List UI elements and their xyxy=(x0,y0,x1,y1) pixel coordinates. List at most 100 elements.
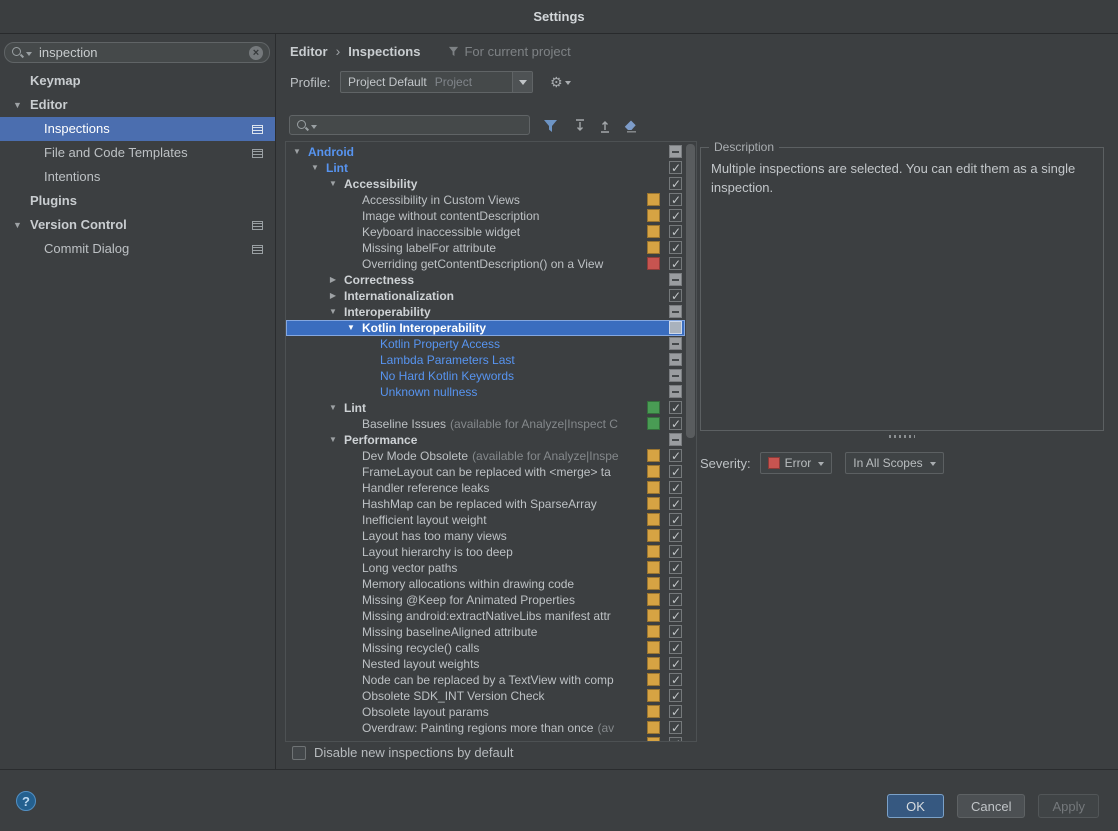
inspection-enabled-checkbox[interactable] xyxy=(669,496,682,512)
inspections-search-input[interactable] xyxy=(289,115,530,135)
sidebar-item-inspections[interactable]: Inspections xyxy=(0,117,275,141)
inspection-enabled-checkbox[interactable] xyxy=(669,624,682,640)
tree-row-missing-recycle-calls[interactable]: Missing recycle() calls xyxy=(286,640,685,656)
sidebar-item-file-and-code-templates[interactable]: File and Code Templates xyxy=(0,141,275,165)
tree-row-kotlin-interoperability[interactable]: ▼ Kotlin Interoperability xyxy=(286,320,685,336)
apply-button[interactable]: Apply xyxy=(1038,794,1099,818)
tree-row-obsolete-layout-params[interactable]: Obsolete layout params xyxy=(286,704,685,720)
sidebar-item-keymap[interactable]: Keymap xyxy=(0,69,275,93)
tree-row-baseline-issues[interactable]: Baseline Issues (available for Analyze|In… xyxy=(286,416,685,432)
inspection-enabled-checkbox[interactable] xyxy=(669,208,682,224)
scope-dropdown[interactable]: In All Scopes xyxy=(845,452,944,474)
tree-row-missing-labelfor-attribute[interactable]: Missing labelFor attribute xyxy=(286,240,685,256)
inspection-enabled-checkbox[interactable] xyxy=(669,273,682,286)
inspection-enabled-checkbox[interactable] xyxy=(669,704,682,720)
splitter-grip[interactable] xyxy=(700,435,1104,438)
tree-row-obsolete-sdk-int-version-check[interactable]: Obsolete SDK_INT Version Check xyxy=(286,688,685,704)
tree-row-item[interactable] xyxy=(286,736,685,741)
severity-dropdown[interactable]: Error xyxy=(759,452,833,474)
sidebar-item-commit-dialog[interactable]: Commit Dialog xyxy=(0,237,275,261)
chevron-down-icon[interactable]: ▼ xyxy=(309,160,321,176)
tree-row-inefficient-layout-weight[interactable]: Inefficient layout weight xyxy=(286,512,685,528)
sidebar-item-version-control[interactable]: ▼ Version Control xyxy=(0,213,275,237)
chevron-down-icon[interactable]: ▼ xyxy=(327,304,339,320)
search-options-caret-icon[interactable] xyxy=(311,124,317,132)
help-button[interactable]: ? xyxy=(16,791,36,811)
inspection-enabled-checkbox[interactable] xyxy=(669,560,682,576)
inspection-enabled-checkbox[interactable] xyxy=(669,608,682,624)
tree-row-nested-layout-weights[interactable]: Nested layout weights xyxy=(286,656,685,672)
tree-row-kotlin-property-access[interactable]: Kotlin Property Access xyxy=(286,336,685,352)
tree-row-handler-reference-leaks[interactable]: Handler reference leaks xyxy=(286,480,685,496)
tree-row-accessibility[interactable]: ▼ Accessibility xyxy=(286,176,685,192)
inspection-enabled-checkbox[interactable] xyxy=(669,288,682,304)
inspection-enabled-checkbox[interactable] xyxy=(669,640,682,656)
inspection-enabled-checkbox[interactable] xyxy=(669,192,682,208)
tree-row-lint[interactable]: ▼ Lint xyxy=(286,400,685,416)
inspection-enabled-checkbox[interactable] xyxy=(669,145,682,158)
chevron-down-icon[interactable]: ▼ xyxy=(327,176,339,192)
tree-row-long-vector-paths[interactable]: Long vector paths xyxy=(286,560,685,576)
cancel-button[interactable]: Cancel xyxy=(957,794,1026,818)
tree-row-missing-baselinealigned-attribute[interactable]: Missing baselineAligned attribute xyxy=(286,624,685,640)
chevron-right-icon[interactable]: ▶ xyxy=(327,288,339,304)
chevron-right-icon[interactable]: ▶ xyxy=(327,272,339,288)
inspection-enabled-checkbox[interactable] xyxy=(669,736,682,741)
inspection-enabled-checkbox[interactable] xyxy=(669,576,682,592)
tree-row-android[interactable]: ▼ Android xyxy=(286,144,685,160)
inspection-enabled-checkbox[interactable] xyxy=(669,240,682,256)
inspection-enabled-checkbox[interactable] xyxy=(669,224,682,240)
tree-row-memory-allocations-within-drawing-code[interactable]: Memory allocations within drawing code xyxy=(286,576,685,592)
profile-gear-button[interactable]: ⚙ xyxy=(550,74,571,91)
tree-row-keyboard-inaccessible-widget[interactable]: Keyboard inaccessible widget xyxy=(286,224,685,240)
inspection-enabled-checkbox[interactable] xyxy=(669,480,682,496)
inspection-enabled-checkbox[interactable] xyxy=(669,400,682,416)
expand-all-button[interactable] xyxy=(570,117,590,135)
tree-row-missing-keep-for-animated-properties[interactable]: Missing @Keep for Animated Properties xyxy=(286,592,685,608)
sidebar-search-value[interactable]: inspection xyxy=(39,45,249,60)
inspection-enabled-checkbox[interactable] xyxy=(669,688,682,704)
inspection-enabled-checkbox[interactable] xyxy=(669,512,682,528)
inspection-enabled-checkbox[interactable] xyxy=(669,672,682,688)
tree-row-no-hard-kotlin-keywords[interactable]: No Hard Kotlin Keywords xyxy=(286,368,685,384)
tree-row-lambda-parameters-last[interactable]: Lambda Parameters Last xyxy=(286,352,685,368)
tree-row-image-without-contentdescription[interactable]: Image without contentDescription xyxy=(286,208,685,224)
inspection-enabled-checkbox[interactable] xyxy=(669,256,682,272)
sidebar-item-editor[interactable]: ▼ Editor xyxy=(0,93,275,117)
breadcrumb-editor[interactable]: Editor xyxy=(290,44,328,59)
tree-row-layout-hierarchy-is-too-deep[interactable]: Layout hierarchy is too deep xyxy=(286,544,685,560)
search-options-caret-icon[interactable] xyxy=(26,52,32,59)
tree-row-interoperability[interactable]: ▼ Interoperability xyxy=(286,304,685,320)
sidebar-search-input[interactable]: inspection × xyxy=(4,42,270,63)
tree-row-dev-mode-obsolete[interactable]: Dev Mode Obsolete (available for Analyze|… xyxy=(286,448,685,464)
sidebar-item-intentions[interactable]: Intentions xyxy=(0,165,275,189)
reset-inspections-button[interactable] xyxy=(621,117,641,135)
tree-row-performance[interactable]: ▼ Performance xyxy=(286,432,685,448)
inspection-enabled-checkbox[interactable] xyxy=(669,464,682,480)
inspection-enabled-checkbox[interactable] xyxy=(669,416,682,432)
inspection-enabled-checkbox[interactable] xyxy=(669,176,682,192)
tree-row-internationalization[interactable]: ▶ Internationalization xyxy=(286,288,685,304)
sidebar-item-plugins[interactable]: Plugins xyxy=(0,189,275,213)
inspection-enabled-checkbox[interactable] xyxy=(669,448,682,464)
tree-row-lint[interactable]: ▼ Lint xyxy=(286,160,685,176)
inspection-enabled-checkbox[interactable] xyxy=(669,353,682,366)
inspection-enabled-checkbox[interactable] xyxy=(669,160,682,176)
chevron-down-icon[interactable]: ▼ xyxy=(327,432,339,448)
inspection-enabled-checkbox[interactable] xyxy=(669,720,682,736)
inspection-enabled-checkbox[interactable] xyxy=(669,321,682,334)
tree-row-unknown-nullness[interactable]: Unknown nullness xyxy=(286,384,685,400)
inspection-enabled-checkbox[interactable] xyxy=(669,656,682,672)
tree-row-framelayout-can-be-replaced-with-merge-ta[interactable]: FrameLayout can be replaced with <merge>… xyxy=(286,464,685,480)
tree-row-correctness[interactable]: ▶ Correctness xyxy=(286,272,685,288)
collapse-all-button[interactable] xyxy=(595,117,615,135)
chevron-down-icon[interactable]: ▼ xyxy=(291,144,303,160)
tree-row-accessibility-in-custom-views[interactable]: Accessibility in Custom Views xyxy=(286,192,685,208)
tree-row-missing-android-extractnativelibs-manifest-attr[interactable]: Missing android:extractNativeLibs manife… xyxy=(286,608,685,624)
tree-row-hashmap-can-be-replaced-with-sparsearray[interactable]: HashMap can be replaced with SparseArray xyxy=(286,496,685,512)
disable-new-inspections-checkbox[interactable] xyxy=(292,745,306,760)
tree-scrollbar[interactable] xyxy=(686,144,695,438)
profile-combobox[interactable]: Project Default Project xyxy=(340,71,533,93)
inspection-enabled-checkbox[interactable] xyxy=(669,528,682,544)
chevron-down-icon[interactable]: ▼ xyxy=(327,400,339,416)
